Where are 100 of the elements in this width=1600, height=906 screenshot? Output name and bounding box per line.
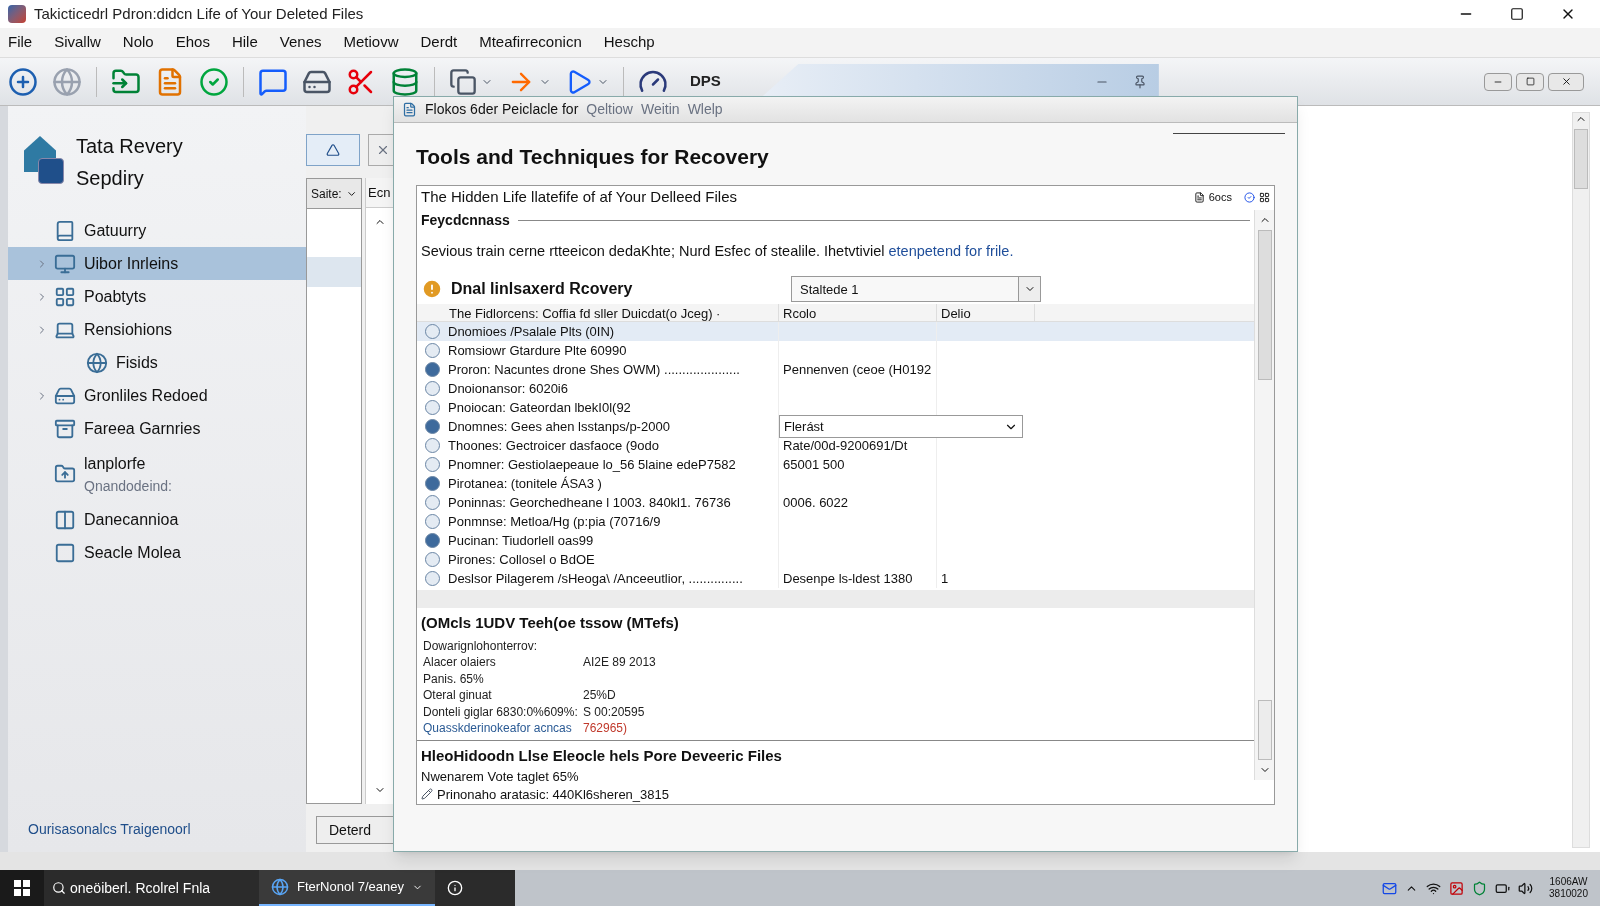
scrollbar[interactable] xyxy=(1254,209,1274,780)
menu-item[interactable]: Venes xyxy=(279,31,322,54)
warning-icon xyxy=(421,278,443,301)
row-name: Pnoiocan: Gateordan lbekI0l(92 xyxy=(448,399,631,417)
menu-item[interactable]: Ehos xyxy=(175,31,210,54)
database-icon[interactable] xyxy=(390,66,420,97)
close-button[interactable] xyxy=(1548,72,1584,91)
table-row[interactable]: Pirones: Collosel o BdOE xyxy=(417,550,1254,570)
info-icon[interactable] xyxy=(434,870,515,906)
recovery-dropdown[interactable]: Staltede 1 xyxy=(791,276,1041,303)
check-icon[interactable] xyxy=(1244,192,1255,203)
table-row[interactable]: Proron: Nacuntes drone Shes OWM) ..................... Pennenven (ceoe (H0192 xyxy=(417,360,1254,380)
menu-item[interactable]: Derdt xyxy=(420,31,458,54)
clock-text: 3810020 xyxy=(1549,888,1588,900)
summary-line: Nwenarem Vote taglet 65% xyxy=(421,767,579,786)
recovery-title: Dnal linlsaxerd Rcovery xyxy=(451,279,634,300)
maximize-icon[interactable] xyxy=(1510,7,1524,21)
value-dropdown[interactable]: Flerást xyxy=(779,415,1023,439)
scroll-thumb[interactable] xyxy=(1257,700,1272,760)
toolbar-label[interactable]: DPS xyxy=(690,70,721,93)
tree-label: Danecannioa xyxy=(84,509,179,530)
row-name: Proron: Nacuntes drone Shes OWM) ..................... xyxy=(448,361,740,379)
tree-item[interactable]: Rensiohions xyxy=(8,313,306,346)
menu-item[interactable]: Nolo xyxy=(122,31,154,54)
row-name: Deslsor Pilagerem /sHeoga\ /Anceeutlior, ............... xyxy=(448,570,743,588)
tree-item[interactable]: Gronliles Redoed xyxy=(8,379,306,412)
globe-icon[interactable] xyxy=(52,66,82,97)
square-icon xyxy=(54,541,76,564)
menu-item[interactable]: Hile xyxy=(231,31,258,54)
row-name: Dnomioes /Psalale Plts (0IN) xyxy=(448,323,615,341)
close-icon xyxy=(1560,76,1572,87)
menu-item[interactable]: Heschp xyxy=(603,31,655,54)
scrollbar[interactable] xyxy=(1572,112,1590,848)
window-title: Takicticedrl Pdron:didcn Life of Your Deleted Files xyxy=(34,3,364,24)
table-row[interactable]: Deslsor Pilagerem /sHeoga\ /Anceeutlior, ............... Desenpe ls-ldest 1380 1 xyxy=(417,569,1254,589)
table-row[interactable]: Pucinan: Tiudorlell oas99 xyxy=(417,531,1254,551)
dialog-menu-item[interactable]: Flokos 6der Peiclacle for xyxy=(425,99,579,120)
volume-icon[interactable] xyxy=(1518,880,1534,896)
row-value: Pennenven (ceoe (H0192 xyxy=(783,361,932,379)
tree-item[interactable]: Fareea Garnries xyxy=(8,412,306,445)
pencil-icon xyxy=(421,788,433,801)
tree-label: Seacle Molea xyxy=(84,542,181,563)
table-row[interactable]: Dnoionansor: 6020i6 xyxy=(417,379,1254,399)
menu-item[interactable]: File xyxy=(8,31,33,54)
row-extra: 1 xyxy=(941,571,949,586)
summary-line: Prinonaho aratasic: 440Kl6sheren_3815 xyxy=(437,785,669,804)
table-row[interactable]: Ponmnse: Metloa/Hg (p:pia (70716/9 xyxy=(417,512,1254,532)
tree-item[interactable]: Fisids xyxy=(8,346,306,379)
taskbar-search[interactable]: oneöiberl. Rcolrel Fnla xyxy=(44,870,259,906)
globe-icon xyxy=(86,351,108,374)
image-icon[interactable] xyxy=(1449,880,1465,896)
add-icon[interactable] xyxy=(8,66,38,97)
menu-item[interactable]: Metiovw xyxy=(343,31,399,54)
wifi-icon[interactable] xyxy=(1426,880,1442,896)
tree-label: Fisids xyxy=(116,352,158,373)
column-header[interactable]: The Fidlorcens: Coffia fd sller Duicdat(o Jceg) · xyxy=(417,304,779,322)
grid-icon[interactable] xyxy=(1259,192,1270,203)
filter-button[interactable] xyxy=(306,134,360,166)
summary-title: HleoHidoodn Llse Eleocle hels Pore Deveeric Files xyxy=(421,745,783,766)
tree-item[interactable]: Seacle Molea xyxy=(8,536,306,569)
table-row[interactable]: Poninnas: Georchedheane l 1003. 840kl1. 76736 0006. 6022 xyxy=(417,493,1254,513)
shield-icon[interactable] xyxy=(1472,880,1488,896)
tree-item[interactable]: Gatuurry xyxy=(8,214,306,247)
scroll-thumb[interactable] xyxy=(1257,229,1272,380)
tree-item[interactable]: Danecannioa xyxy=(8,503,306,536)
folder-icon xyxy=(54,463,76,485)
footer-link[interactable]: Ourisasonalcs Traigenoorl xyxy=(8,819,306,840)
tree-label: Poabtyts xyxy=(84,286,147,307)
column-header[interactable]: Delio xyxy=(937,304,1035,322)
table-row[interactable]: Dnomnes: Gees ahen lsstanps/p-2000 Flerást xyxy=(417,417,1254,437)
table-row[interactable]: Thoones: Gectroicer dasfaoce (9odo Rate/00d-9200691/Dt xyxy=(417,436,1254,456)
minimize-button[interactable] xyxy=(1484,72,1512,91)
detail-label: Oteral ginuat xyxy=(423,687,493,703)
detail-label[interactable]: Quasskderinokeafor acncas xyxy=(423,719,583,736)
mail-icon[interactable] xyxy=(1382,880,1398,896)
scroll-thumb[interactable] xyxy=(1574,129,1588,189)
table-row[interactable]: Dnomioes /Psalale Plts (0IN) xyxy=(417,322,1254,342)
column-header[interactable]: Rcolo xyxy=(779,304,937,322)
copy-icon[interactable] xyxy=(449,67,477,96)
document-icon xyxy=(402,102,417,117)
table-row[interactable]: Romsiowr Gtardure Plte 60990 xyxy=(417,341,1254,361)
pin-icon[interactable] xyxy=(1132,74,1147,89)
maximize-button[interactable] xyxy=(1516,72,1544,91)
tree-item[interactable]: lanplorfe Qnandodeind: xyxy=(8,445,306,503)
tree-item[interactable]: Poabtyts xyxy=(8,280,306,313)
more-link[interactable]: etenpetend for frile. xyxy=(888,242,1014,259)
filter-dropdown[interactable]: Saite: xyxy=(307,179,361,209)
menu-item[interactable]: Mteafirreconicn xyxy=(479,31,582,54)
menu-item[interactable]: Sivallw xyxy=(54,31,101,54)
tree-label: Gronliles Redoed xyxy=(84,385,208,406)
row-name: Poninnas: Georchedheane l 1003. 840kl1. 76736 xyxy=(448,494,731,512)
taskbar-app[interactable]: FterNonol 7/eaney xyxy=(259,870,435,906)
detail-value: 762965) xyxy=(583,720,628,736)
table-row[interactable]: Pirotanea: (tonitele ÁSA3 ) xyxy=(417,474,1254,494)
search-icon xyxy=(52,881,66,895)
tree-item[interactable]: Uibor Inrleins xyxy=(8,247,306,280)
row-name: Dnomnes: Gees ahen lsstanps/p-2000 xyxy=(448,418,670,436)
table-row[interactable]: Pnomner: Gestiolaepeaue lo_56 5laine edeP7582 65001 500 xyxy=(417,455,1254,475)
app-name: Tata Revery xyxy=(76,134,183,159)
check-icon[interactable] xyxy=(199,66,229,97)
